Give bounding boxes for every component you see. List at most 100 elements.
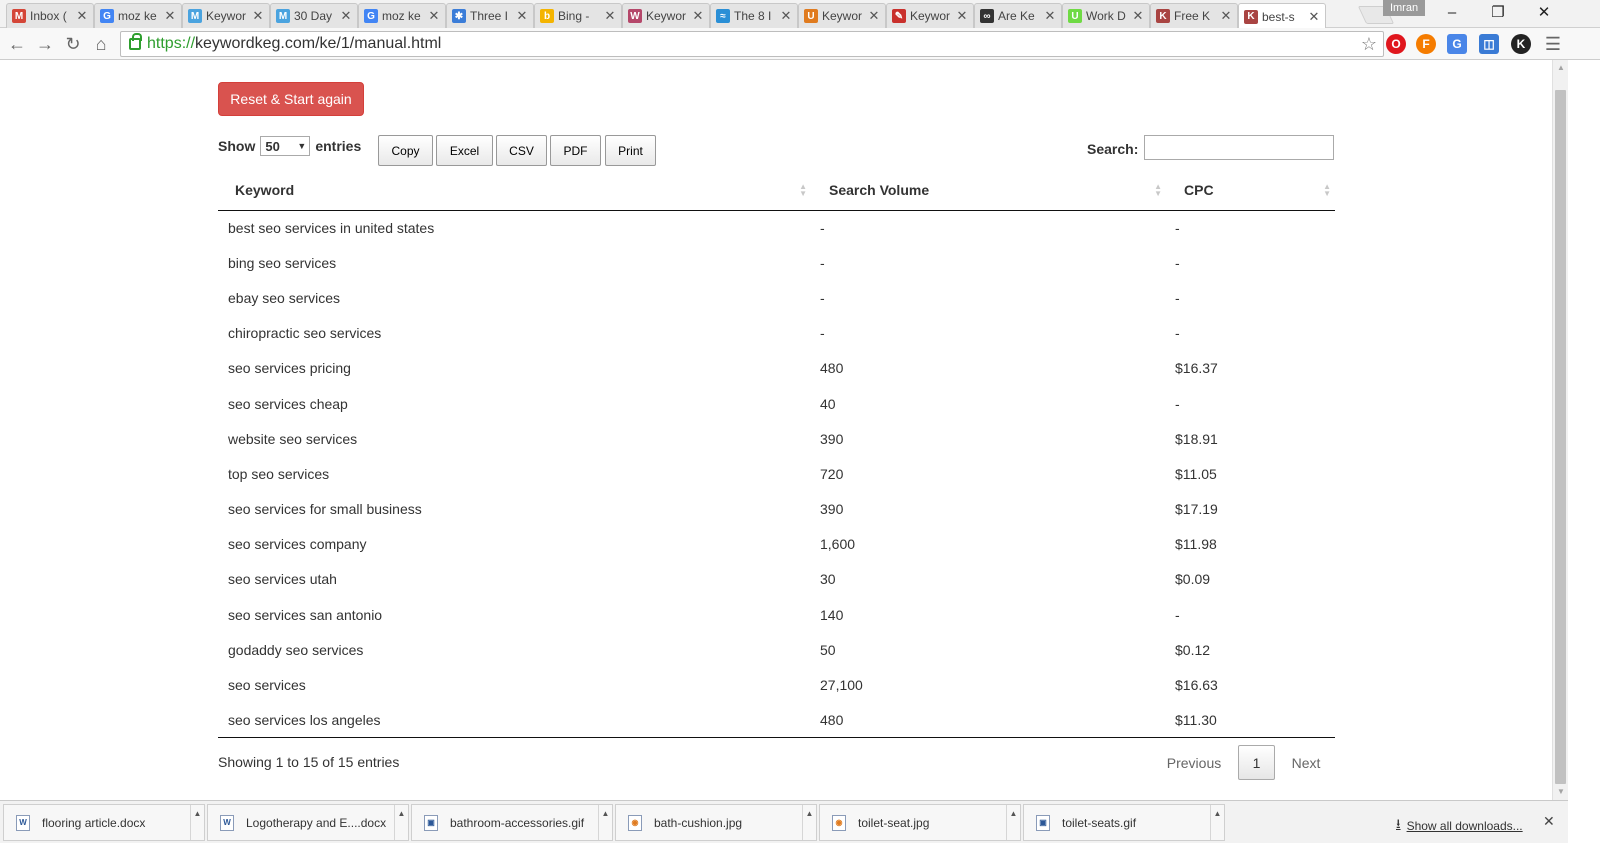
browser-tab[interactable]: U Keywor ✕ bbox=[798, 3, 886, 28]
next-page-button[interactable]: Next bbox=[1283, 745, 1329, 780]
address-bar[interactable]: https://keywordkeg.com/ke/1/manual.html … bbox=[120, 31, 1384, 57]
search-input[interactable] bbox=[1144, 135, 1334, 160]
close-tab-icon[interactable]: ✕ bbox=[1043, 8, 1057, 24]
download-item[interactable]: ◉ toilet-seat.jpg ▲ bbox=[819, 804, 1021, 841]
download-menu-icon[interactable]: ▲ bbox=[598, 805, 612, 840]
close-tab-icon[interactable]: ✕ bbox=[603, 8, 617, 24]
browser-tab[interactable]: ∞ Are Ke ✕ bbox=[974, 3, 1062, 28]
vertical-scrollbar[interactable]: ▲ ▼ bbox=[1552, 60, 1568, 800]
close-tab-icon[interactable]: ✕ bbox=[867, 8, 881, 24]
download-menu-icon[interactable]: ▲ bbox=[1006, 805, 1020, 840]
browser-tab[interactable]: M 30 Day ✕ bbox=[270, 3, 358, 28]
download-menu-icon[interactable]: ▲ bbox=[802, 805, 816, 840]
download-filename: toilet-seats.gif bbox=[1062, 815, 1137, 830]
previous-page-button[interactable]: Previous bbox=[1158, 745, 1230, 780]
column-header-keyword[interactable]: Keyword ▲ ▼ bbox=[218, 170, 811, 211]
browser-tab[interactable]: ✱ Three I ✕ bbox=[446, 3, 534, 28]
pdf-button[interactable]: PDF bbox=[550, 135, 601, 166]
close-tab-icon[interactable]: ✕ bbox=[1219, 8, 1233, 24]
search-volume-cell: 480 bbox=[820, 360, 844, 377]
tab-title: best-s bbox=[1262, 9, 1295, 24]
close-tab-icon[interactable]: ✕ bbox=[163, 8, 177, 24]
download-menu-icon[interactable]: ▲ bbox=[190, 805, 204, 840]
close-tab-icon[interactable]: ✕ bbox=[1307, 9, 1321, 25]
scroll-up-icon[interactable]: ▲ bbox=[1553, 60, 1569, 76]
image-file-icon: ▣ bbox=[424, 814, 438, 831]
close-tab-icon[interactable]: ✕ bbox=[691, 8, 705, 24]
tab-title: Keywor bbox=[646, 9, 687, 23]
browser-tab[interactable]: M Inbox (✕ bbox=[6, 3, 94, 28]
keg-icon: K bbox=[1244, 9, 1258, 24]
opera-icon[interactable]: O bbox=[1386, 34, 1406, 54]
browser-tab[interactable]: U Work D ✕ bbox=[1062, 3, 1150, 28]
download-menu-icon[interactable]: ▲ bbox=[1210, 805, 1224, 840]
cpc-cell: $18.91 bbox=[1175, 430, 1218, 447]
csv-button[interactable]: CSV bbox=[496, 135, 547, 166]
copy-button[interactable]: Copy bbox=[378, 135, 433, 166]
scroll-down-icon[interactable]: ▼ bbox=[1553, 784, 1569, 800]
close-tab-icon[interactable]: ✕ bbox=[515, 8, 529, 24]
search-volume-cell: 27,100 bbox=[820, 677, 863, 694]
search-volume-cell: 40 bbox=[820, 395, 836, 412]
download-item[interactable]: ◉ bath-cushion.jpg ▲ bbox=[615, 804, 817, 841]
browser-tab[interactable]: W Keywor ✕ bbox=[622, 3, 710, 28]
reload-icon[interactable]: ↻ bbox=[62, 33, 84, 55]
close-shelf-icon[interactable]: ✕ bbox=[1543, 813, 1555, 830]
bookmark-star-icon[interactable]: ☆ bbox=[1361, 34, 1377, 55]
browser-tab[interactable]: b Bing - ✕ bbox=[534, 3, 622, 28]
keg-extension-icon[interactable]: K bbox=[1511, 34, 1531, 54]
table-row: chiropractic seo services - - bbox=[218, 316, 1335, 351]
browser-tab[interactable]: Gmoz ke ✕ bbox=[94, 3, 182, 28]
print-button[interactable]: Print bbox=[605, 135, 656, 166]
close-tab-icon[interactable]: ✕ bbox=[251, 8, 265, 24]
download-menu-icon[interactable]: ▲ bbox=[394, 805, 408, 840]
home-icon[interactable]: ⌂ bbox=[90, 33, 112, 55]
keyword-cell: best seo services in united states bbox=[228, 219, 435, 236]
restore-icon[interactable]: ❐ bbox=[1478, 2, 1518, 24]
cpc-cell: $17.19 bbox=[1175, 501, 1218, 518]
table-row: seo services los angeles 480 $11.30 bbox=[218, 702, 1335, 739]
browser-tab[interactable]: Kbest-s ✕ bbox=[1238, 3, 1326, 29]
download-item[interactable]: Wflooring article.docx ▲ bbox=[3, 804, 205, 841]
keyword-cell: seo services bbox=[228, 677, 306, 694]
download-item[interactable]: W Logotherapy and E....docx ▲ bbox=[207, 804, 409, 841]
firefox-icon[interactable]: F bbox=[1416, 34, 1436, 54]
browser-tab[interactable]: K Free K ✕ bbox=[1150, 3, 1238, 28]
keyword-cell: godaddy seo services bbox=[228, 641, 364, 658]
excel-button[interactable]: Excel bbox=[436, 135, 493, 166]
scrollbar-thumb[interactable] bbox=[1555, 90, 1566, 784]
show-all-downloads-link[interactable]: ⭳ Show all downloads... bbox=[1396, 815, 1523, 837]
page-1-button[interactable]: 1 bbox=[1238, 745, 1275, 780]
close-tab-icon[interactable]: ✕ bbox=[1131, 8, 1145, 24]
close-tab-icon[interactable]: ✕ bbox=[427, 8, 441, 24]
browser-tab[interactable]: M Keywor ✕ bbox=[182, 3, 270, 28]
extension-icon[interactable]: ◫ bbox=[1479, 34, 1499, 54]
entries-select[interactable]: 50 ▼ bbox=[260, 136, 311, 156]
entries-value: 50 bbox=[265, 138, 280, 154]
search-label: Search: bbox=[1087, 141, 1139, 157]
reset-button[interactable]: Reset & Start again bbox=[218, 82, 364, 116]
browser-tab[interactable]: ✎ Keywor ✕ bbox=[886, 3, 974, 28]
menu-icon[interactable]: ☰ bbox=[1542, 33, 1564, 55]
forward-arrow-icon[interactable]: → bbox=[34, 33, 56, 55]
download-item[interactable]: ▣ bathroom-accessories.gif ▲ bbox=[411, 804, 613, 841]
table-header-row: Keyword ▲ ▼ Search Volume ▲ ▼ CPC ▲ ▼ bbox=[218, 170, 1335, 211]
close-window-icon[interactable]: ✕ bbox=[1524, 2, 1564, 24]
close-tab-icon[interactable]: ✕ bbox=[955, 8, 969, 24]
browser-tab[interactable]: Gmoz ke ✕ bbox=[358, 3, 446, 28]
bing-icon: b bbox=[540, 9, 554, 23]
column-header-cpc[interactable]: CPC ▲ ▼ bbox=[1166, 170, 1335, 211]
profile-button[interactable]: Imran bbox=[1383, 0, 1425, 16]
close-tab-icon[interactable]: ✕ bbox=[75, 8, 89, 24]
tab-title: Keywor bbox=[822, 9, 863, 23]
download-item[interactable]: ▣ toilet-seats.gif ▲ bbox=[1023, 804, 1225, 841]
back-arrow-icon[interactable]: ← bbox=[6, 33, 28, 55]
cpc-cell: - bbox=[1175, 219, 1180, 236]
table-row: website seo services 390 $18.91 bbox=[218, 421, 1335, 456]
close-tab-icon[interactable]: ✕ bbox=[779, 8, 793, 24]
column-header-search-volume[interactable]: Search Volume ▲ ▼ bbox=[811, 170, 1166, 211]
minimize-icon[interactable]: – bbox=[1432, 2, 1472, 24]
translate-icon[interactable]: G bbox=[1447, 34, 1467, 54]
close-tab-icon[interactable]: ✕ bbox=[339, 8, 353, 24]
browser-tab[interactable]: ≈ The 8 I ✕ bbox=[710, 3, 798, 28]
